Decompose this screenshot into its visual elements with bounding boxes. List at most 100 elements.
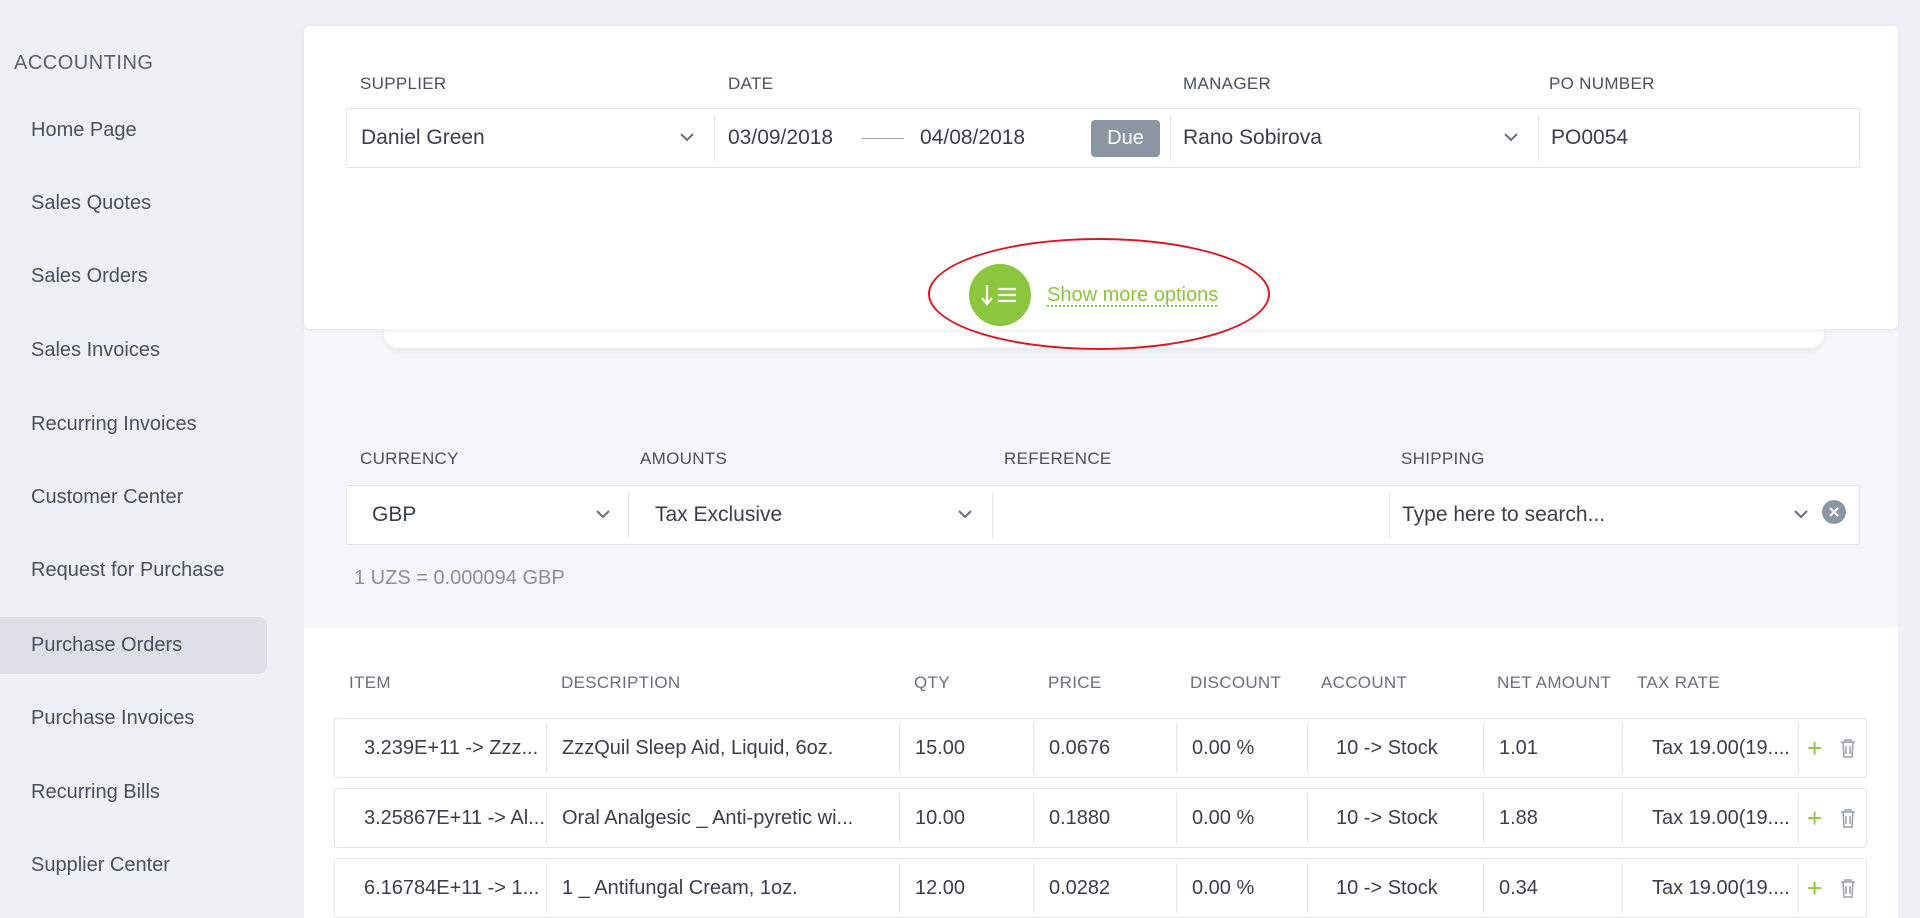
cell-divider	[1798, 723, 1799, 773]
clear-circle-icon[interactable]	[1822, 500, 1846, 530]
sidebar-item-sales-invoices[interactable]: Sales Invoices	[0, 322, 267, 379]
shipping-search-select[interactable]: Type here to search...	[1390, 486, 1858, 544]
sidebar-item-request-for-purchase[interactable]: Request for Purchase	[0, 542, 267, 599]
options-section: CURRENCY AMOUNTS REFERENCE SHIPPING GBP …	[304, 329, 1898, 627]
column-header-net-amount: NET AMOUNT	[1497, 673, 1612, 692]
column-header-item: ITEM	[349, 673, 391, 692]
sidebar-item-recurring-invoices[interactable]: Recurring Invoices	[0, 396, 267, 453]
sidebar-item-recurring-bills[interactable]: Recurring Bills	[0, 764, 267, 821]
sidebar: ACCOUNTING Home Page Sales Quotes Sales …	[0, 0, 290, 918]
currency-label: CURRENCY	[360, 449, 459, 468]
sidebar-item-label: Request for Purchase	[31, 559, 225, 581]
due-badge-wrap: Due	[1091, 109, 1163, 167]
column-header-description: DESCRIPTION	[561, 673, 681, 692]
main-content: SUPPLIER DATE MANAGER PO NUMBER Daniel G…	[304, 0, 1898, 918]
chevron-down-icon	[680, 129, 694, 147]
date-to-value: 04/08/2018	[920, 126, 1026, 149]
manager-value: Rano Sobirova	[1183, 126, 1322, 149]
tax-rate-cell[interactable]: Tax 19.00(19....	[1623, 789, 1798, 847]
trash-icon[interactable]	[1840, 859, 1862, 917]
sidebar-item-label: Purchase Orders	[31, 634, 183, 656]
sidebar-item-purchase-invoices[interactable]: Purchase Invoices	[0, 690, 267, 747]
item-cell[interactable]: 6.16784E+11 -> 1...	[335, 859, 546, 917]
sidebar-item-home-page[interactable]: Home Page	[0, 102, 267, 159]
shipping-label: SHIPPING	[1401, 449, 1485, 468]
tax-rate-cell[interactable]: Tax 19.00(19....	[1623, 719, 1798, 777]
table-row[interactable]: 6.16784E+11 -> 1... 1 _ Antifungal Cream…	[334, 858, 1867, 918]
plus-icon[interactable]: +	[1807, 789, 1833, 847]
sidebar-item-sales-orders[interactable]: Sales Orders	[0, 248, 267, 305]
amounts-value: Tax Exclusive	[655, 503, 783, 526]
trash-icon[interactable]	[1840, 719, 1862, 777]
chevron-down-icon	[596, 506, 610, 524]
header-fields-row: Daniel Green 03/09/2018 04/08/2018 Due R…	[346, 108, 1860, 168]
item-cell[interactable]: 3.239E+11 -> Zzz...	[335, 719, 546, 777]
cell-divider	[1798, 863, 1799, 913]
manager-label: MANAGER	[1183, 74, 1272, 93]
sidebar-item-purchase-orders[interactable]: Purchase Orders	[0, 617, 267, 674]
sidebar-item-customer-center[interactable]: Customer Center	[0, 469, 267, 526]
amounts-select[interactable]: Tax Exclusive	[629, 486, 992, 544]
highlight-ellipse	[928, 238, 1270, 350]
description-cell[interactable]: 1 _ Antifungal Cream, 1oz.	[547, 859, 899, 917]
discount-cell[interactable]: 0.00 %	[1177, 859, 1307, 917]
account-cell[interactable]: 10 -> Stock	[1308, 859, 1483, 917]
qty-cell[interactable]: 10.00	[900, 789, 1033, 847]
discount-cell[interactable]: 0.00 %	[1177, 789, 1307, 847]
date-from-value: 03/09/2018	[728, 126, 834, 149]
column-header-account: ACCOUNT	[1321, 673, 1408, 692]
sidebar-item-sales-quotes[interactable]: Sales Quotes	[0, 175, 267, 232]
date-to-input[interactable]: 04/08/2018	[920, 109, 1060, 167]
sidebar-item-label: Supplier Center	[31, 854, 170, 876]
column-header-discount: DISCOUNT	[1190, 673, 1282, 692]
column-header-tax-rate: TAX RATE	[1637, 673, 1721, 692]
po-number-input[interactable]: PO0054	[1539, 109, 1859, 167]
plus-icon[interactable]: +	[1807, 859, 1833, 917]
date-label: DATE	[728, 74, 774, 93]
supplier-select[interactable]: Daniel Green	[347, 109, 714, 167]
discount-cell[interactable]: 0.00 %	[1177, 719, 1307, 777]
sidebar-item-label: Sales Quotes	[31, 192, 152, 214]
sidebar-item-label: Purchase Invoices	[31, 707, 195, 729]
date-from-input[interactable]: 03/09/2018	[728, 109, 858, 167]
sidebar-item-label: Recurring Invoices	[31, 413, 197, 435]
tax-rate-cell[interactable]: Tax 19.00(19....	[1623, 859, 1798, 917]
plus-icon[interactable]: +	[1807, 719, 1833, 777]
column-header-price: PRICE	[1048, 673, 1102, 692]
qty-cell[interactable]: 15.00	[900, 719, 1033, 777]
trash-icon[interactable]	[1840, 789, 1862, 847]
net-amount-cell[interactable]: 1.88	[1484, 789, 1622, 847]
account-cell[interactable]: 10 -> Stock	[1308, 789, 1483, 847]
chevron-down-icon	[958, 506, 972, 524]
chevron-down-icon[interactable]	[1794, 506, 1808, 524]
qty-cell[interactable]: 12.00	[900, 859, 1033, 917]
account-cell[interactable]: 10 -> Stock	[1308, 719, 1483, 777]
po-number-value: PO0054	[1551, 126, 1629, 149]
shipping-placeholder: Type here to search...	[1402, 503, 1606, 526]
price-cell[interactable]: 0.1880	[1034, 789, 1176, 847]
sidebar-item-label: Recurring Bills	[31, 781, 160, 803]
supplier-value: Daniel Green	[361, 126, 485, 149]
sidebar-item-label: Home Page	[31, 119, 137, 141]
due-badge[interactable]: Due	[1091, 119, 1160, 157]
sidebar-item-supplier-center[interactable]: Supplier Center	[0, 837, 267, 894]
net-amount-cell[interactable]: 1.01	[1484, 719, 1622, 777]
currency-select[interactable]: GBP	[347, 486, 628, 544]
item-cell[interactable]: 3.25867E+11 -> Al...	[335, 789, 546, 847]
description-cell[interactable]: Oral Analgesic _ Anti-pyretic wi...	[547, 789, 899, 847]
net-amount-cell[interactable]: 0.34	[1484, 859, 1622, 917]
reference-input[interactable]	[993, 486, 1389, 544]
reference-label: REFERENCE	[1004, 449, 1112, 468]
cell-divider	[1798, 793, 1799, 843]
price-cell[interactable]: 0.0676	[1034, 719, 1176, 777]
table-row[interactable]: 3.25867E+11 -> Al... Oral Analgesic _ An…	[334, 788, 1867, 848]
price-cell[interactable]: 0.0282	[1034, 859, 1176, 917]
sidebar-item-label: Sales Orders	[31, 265, 148, 287]
currency-value: GBP	[372, 503, 417, 526]
column-header-qty: QTY	[914, 673, 950, 692]
amounts-label: AMOUNTS	[640, 449, 728, 468]
manager-select[interactable]: Rano Sobirova	[1171, 109, 1538, 167]
description-cell[interactable]: ZzzQuil Sleep Aid, Liquid, 6oz.	[547, 719, 899, 777]
table-row[interactable]: 3.239E+11 -> Zzz... ZzzQuil Sleep Aid, L…	[334, 718, 1867, 778]
header-form-card: SUPPLIER DATE MANAGER PO NUMBER Daniel G…	[304, 26, 1898, 350]
